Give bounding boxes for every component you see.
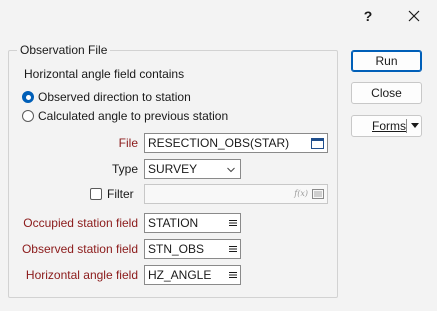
close-button[interactable]: Close <box>351 82 422 104</box>
window-icon <box>311 137 324 149</box>
dropdown-arrow-icon[interactable] <box>411 123 419 128</box>
occupied-station-field[interactable]: STATION <box>144 213 241 233</box>
close-icon <box>408 10 420 22</box>
filter-tools: f(x) <box>294 185 324 203</box>
forms-label: Forms <box>372 119 406 133</box>
field-list-button[interactable] <box>229 266 237 284</box>
type-label: Type <box>111 162 138 176</box>
forms-button[interactable]: Forms <box>351 115 422 137</box>
radio-observed-direction[interactable]: Observed direction to station <box>22 90 191 104</box>
help-button[interactable]: ? <box>345 0 391 32</box>
forms-separator <box>406 119 407 133</box>
run-button[interactable]: Run <box>351 50 422 72</box>
radio-label: Calculated angle to previous station <box>38 109 229 123</box>
function-icon[interactable]: f(x) <box>294 185 308 203</box>
radio-button-checked[interactable] <box>22 91 34 103</box>
occupied-station-value: STATION <box>148 216 199 230</box>
radio-button[interactable] <box>22 110 34 122</box>
radio-calculated-angle[interactable]: Calculated angle to previous station <box>22 109 228 123</box>
title-bar: ? <box>0 0 437 32</box>
field-list-button[interactable] <box>229 240 237 258</box>
occupied-station-label: Occupied station field <box>23 216 138 230</box>
type-value: SURVEY <box>148 162 198 176</box>
filter-input[interactable]: f(x) <box>144 184 328 204</box>
list-icon <box>229 246 237 252</box>
list-icon <box>229 220 237 226</box>
radio-label: Observed direction to station <box>38 90 191 104</box>
observed-station-field[interactable]: STN_OBS <box>144 239 241 259</box>
close-window-button[interactable] <box>391 0 437 32</box>
file-label: File <box>118 136 138 150</box>
group-title: Observation File <box>17 43 111 57</box>
file-value: RESECTION_OBS(STAR) <box>148 136 290 150</box>
list-icon <box>229 272 237 278</box>
expression-editor-icon[interactable] <box>312 189 324 199</box>
observed-station-value: STN_OBS <box>148 242 205 256</box>
chevron-down-icon <box>227 167 235 173</box>
type-select[interactable]: SURVEY <box>144 159 241 179</box>
filter-checkbox[interactable] <box>90 188 102 200</box>
file-input[interactable]: RESECTION_OBS(STAR) <box>144 133 328 153</box>
filter-label: Filter <box>107 187 134 201</box>
field-list-button[interactable] <box>229 214 237 232</box>
angle-field-heading: Horizontal angle field contains <box>24 67 185 81</box>
observed-station-label: Observed station field <box>21 242 138 256</box>
horizontal-angle-value: HZ_ANGLE <box>148 268 212 282</box>
file-browse-button[interactable] <box>311 134 324 152</box>
horizontal-angle-field[interactable]: HZ_ANGLE <box>144 265 241 285</box>
horizontal-angle-label: Horizontal angle field <box>25 268 138 282</box>
